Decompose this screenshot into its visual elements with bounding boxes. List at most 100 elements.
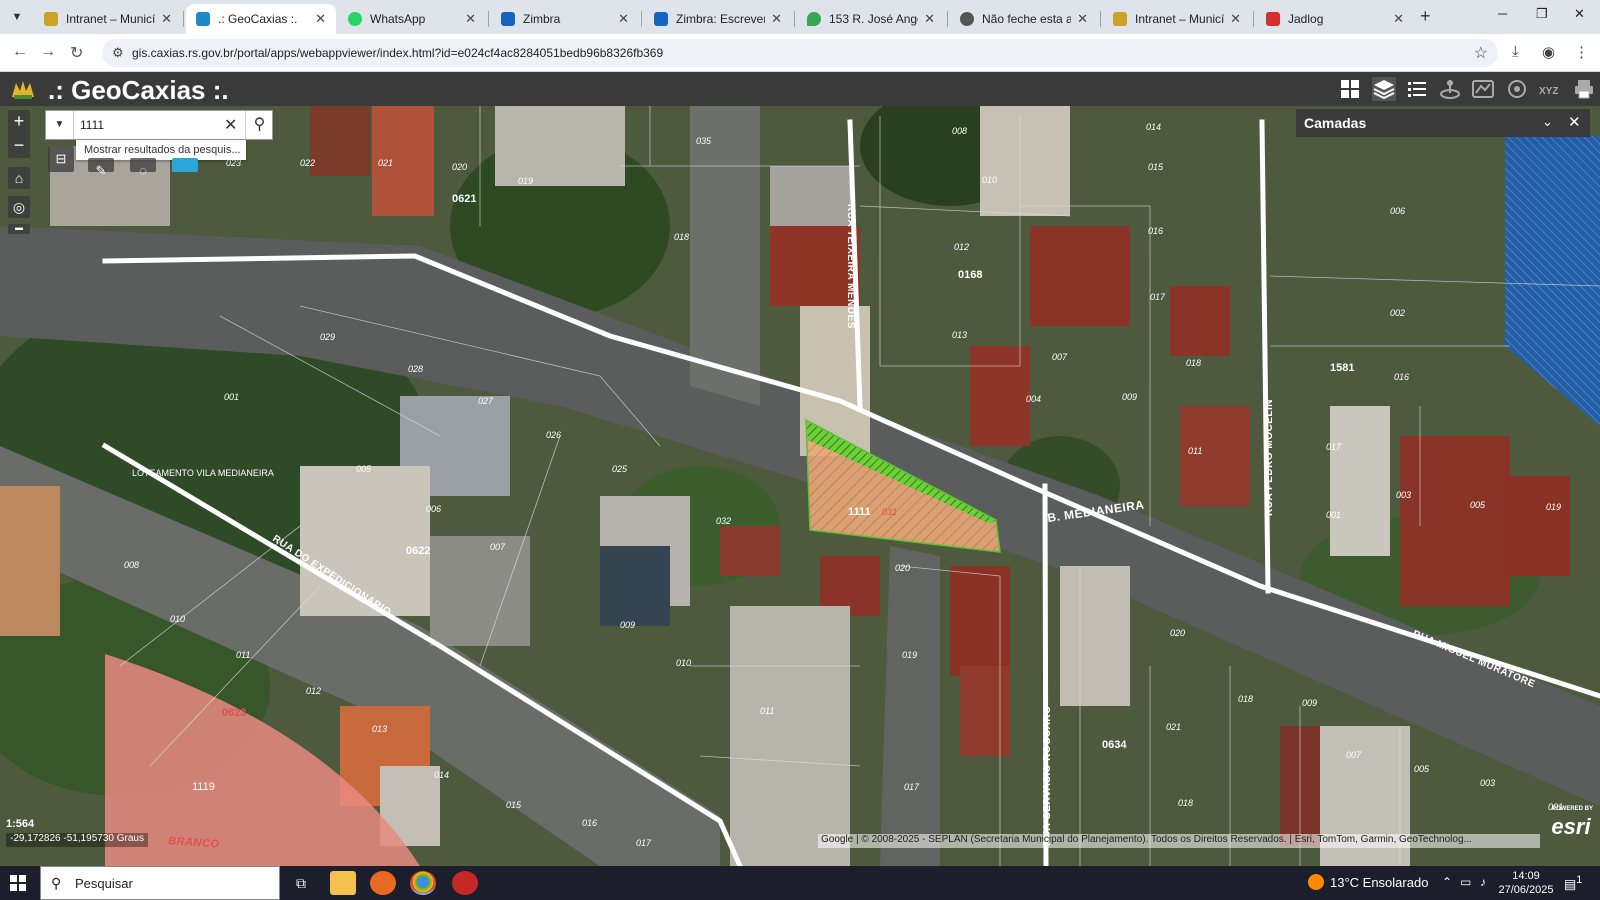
search-input[interactable] [80,115,220,135]
lot-label: 020 [452,162,467,172]
my-location-button[interactable]: ◎ [8,196,30,218]
back-icon[interactable]: ← [12,43,28,61]
tab-whatsapp[interactable]: WhatsApp ✕ [338,4,486,34]
close-tab-icon[interactable]: ✕ [618,11,629,27]
zoom-out-button[interactable]: − [8,134,30,158]
lot-label: 022 [300,158,315,168]
close-tab-icon[interactable]: ✕ [465,11,476,27]
esri-powered-by: POWERED BY [1552,806,1594,812]
select-icon[interactable] [1505,77,1529,101]
tab-zimbra-compose[interactable]: Zimbra: Escrever ✕ [644,4,792,34]
minimize-icon[interactable]: ─ [1498,6,1507,21]
windows-start-icon[interactable] [10,875,26,891]
site-info-icon[interactable]: ⚙ [112,45,124,61]
lot-label: 005 [1470,500,1486,510]
lot-label: 010 [170,614,185,624]
lot-label: 029 [320,332,335,342]
chrome-icon[interactable] [410,871,436,895]
home-button[interactable]: ⌂ [8,167,30,189]
tab-search-dropdown-icon[interactable]: ▼ [6,7,28,27]
search-icon[interactable]: ⚲ [245,111,273,139]
taskbar-search[interactable]: ⚲ Pesquisar [40,866,280,900]
print-icon[interactable] [1572,77,1596,101]
close-tab-icon[interactable]: ✕ [924,11,935,27]
tab-label: Jadlog [1288,12,1324,26]
map-view[interactable]: 1111 031 RUA TEIXEIRA MENDES B. MEDIANEI… [0,106,1600,866]
map-attribution[interactable]: Google | © 2008-2025 - SEPLAN (Secretari… [818,834,1540,848]
tab-maps-address[interactable]: 153 R. José Angeli - C ✕ [797,4,945,34]
close-tab-icon[interactable]: ✕ [1230,11,1241,27]
block-label: 0623 [222,707,246,719]
clear-search-icon[interactable]: ✕ [224,115,237,135]
bookmark-star-icon[interactable]: ☆ [1474,43,1488,63]
tab-geocaxias[interactable]: .: GeoCaxias :. ✕ [186,4,336,34]
weather-widget[interactable]: 13°C Ensolarado [1308,874,1428,890]
overview-map-icon[interactable] [1471,77,1495,101]
draw-pencil-icon[interactable]: ✎ [88,158,114,178]
collapse-panel-icon[interactable]: ⌄ [1542,114,1553,130]
notifications-icon[interactable]: ▤1 [1564,874,1582,892]
tab-label: Não feche esta aba! A [982,12,1072,26]
tab-zimbra[interactable]: Zimbra ✕ [491,4,639,34]
download-icon[interactable]: ⤓ [1512,43,1519,60]
tab-divider [641,11,642,27]
url-text[interactable]: gis.caxias.rs.gov.br/portal/apps/webappv… [132,46,663,60]
close-tab-icon[interactable]: ✕ [161,11,172,27]
close-window-icon[interactable]: ✕ [1574,6,1585,22]
close-tab-icon[interactable]: ✕ [1077,11,1088,27]
satellite-map-canvas[interactable]: 1111 031 RUA TEIXEIRA MENDES B. MEDIANEI… [0,106,1600,866]
lot-label: 015 [506,800,522,810]
color-fill-icon[interactable] [172,158,198,172]
firefox-icon[interactable] [370,871,396,895]
profile-icon[interactable]: ◉ [1542,43,1555,61]
taskbar-clock[interactable]: 14:09 27/06/2025 [1498,869,1554,897]
measure-tool-icon[interactable]: ◌ [130,158,156,178]
lot-label: 012 [954,242,969,252]
close-tab-icon[interactable]: ✕ [771,11,782,27]
tab-intranet-1[interactable]: Intranet – Município d ✕ [34,4,182,34]
tab-dont-close[interactable]: Não feche esta aba! A ✕ [950,4,1098,34]
block-label: 1119 [192,781,215,793]
tab-label: .: GeoCaxias :. [218,12,298,26]
lot-label: 021 [1166,722,1181,732]
intranet-favicon-icon [44,12,58,26]
close-panel-icon[interactable]: ✕ [1568,113,1581,131]
restore-icon[interactable]: ❐ [1536,6,1548,22]
tray-chevron-icon[interactable]: ⌃ [1442,875,1452,889]
block-label: 0622 [406,545,430,557]
reload-icon[interactable]: ↻ [70,43,83,63]
legend-list-icon[interactable] [1405,77,1429,101]
coordinate-xyz-icon[interactable]: XYZ [1538,77,1562,101]
notification-count: 1 [1576,874,1583,886]
layers-panel: Camadas ⌄ ✕ [1296,109,1590,137]
block-label: 1581 [1330,362,1354,374]
zoom-in-button[interactable]: + [8,110,30,134]
lot-label: 007 [1052,352,1068,362]
layers-icon[interactable] [1372,77,1396,101]
extra-tool-button[interactable]: ▬ [8,224,30,234]
lot-label: 003 [1480,778,1495,788]
file-explorer-icon[interactable] [330,871,356,895]
close-tab-icon[interactable]: ✕ [315,11,326,27]
zoom-control: + − [8,110,30,158]
tab-jadlog[interactable]: Jadlog ✕ [1256,4,1414,34]
maps-pin-favicon-icon [807,12,821,26]
remote-app-icon[interactable] [452,871,478,895]
swipe-icon[interactable]: ⊟ [48,146,74,172]
lot-label: 009 [1302,698,1317,708]
basemap-gallery-icon[interactable] [1338,77,1362,101]
task-view-icon[interactable]: ⧉ [288,871,314,895]
browser-menu-icon[interactable]: ⋮ [1574,43,1589,61]
new-tab-button[interactable]: + [1420,6,1431,27]
lot-label: 002 [1390,308,1405,318]
measure-icon[interactable] [1438,77,1462,101]
search-source-dropdown-icon[interactable]: ▼ [46,111,74,139]
network-icon[interactable]: ▭ [1460,875,1471,889]
tab-label: WhatsApp [370,12,426,26]
lot-label: 014 [1146,122,1161,132]
volume-icon[interactable]: ♪ [1480,875,1486,889]
forward-icon[interactable]: → [40,43,56,61]
address-bar[interactable]: ⚙ gis.caxias.rs.gov.br/portal/apps/webap… [102,39,1498,67]
tab-intranet-2[interactable]: Intranet – Município d ✕ [1103,4,1251,34]
close-tab-icon[interactable]: ✕ [1393,11,1404,27]
